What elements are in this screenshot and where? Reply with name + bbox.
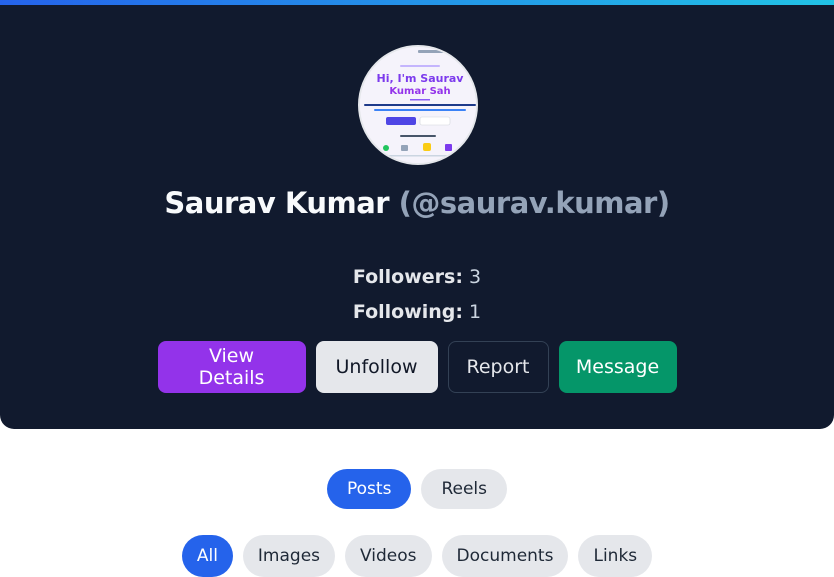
display-name: Saurav Kumar — [164, 186, 390, 220]
profile-name-line: Saurav Kumar (@saurav.kumar) — [0, 186, 834, 220]
report-button[interactable]: Report — [447, 341, 549, 393]
svg-text:Kumar Sah: Kumar Sah — [389, 86, 450, 97]
message-button[interactable]: Message — [558, 341, 677, 393]
view-details-button[interactable]: View Details — [157, 341, 306, 393]
profile-avatar[interactable]: Hi, I'm Saurav Kumar Sah — [358, 45, 478, 165]
followers-stat[interactable]: Followers: 3 — [0, 266, 834, 288]
filter-videos[interactable]: Videos — [345, 535, 432, 577]
filter-images[interactable]: Images — [242, 535, 336, 577]
tab-reels[interactable]: Reels — [421, 469, 507, 509]
username-handle: (@saurav.kumar) — [398, 186, 670, 220]
filter-all[interactable]: All — [181, 535, 233, 577]
svg-text:Hi, I'm Saurav: Hi, I'm Saurav — [377, 72, 465, 85]
tab-posts[interactable]: Posts — [327, 469, 412, 509]
profile-actions: View Details Unfollow Report Message — [0, 341, 834, 393]
content-tabs: Posts Reels — [0, 469, 834, 509]
avatar-website-preview-image: Hi, I'm Saurav Kumar Sah — [360, 47, 476, 163]
followers-count: 3 — [469, 266, 482, 288]
following-stat[interactable]: Following: 1 — [0, 301, 834, 323]
followers-label: Followers: — [352, 266, 463, 288]
unfollow-button[interactable]: Unfollow — [315, 341, 438, 393]
filter-links[interactable]: Links — [578, 535, 653, 577]
following-label: Following: — [352, 301, 463, 323]
filter-documents[interactable]: Documents — [441, 535, 569, 577]
media-filters: All Images Videos Documents Links — [0, 535, 834, 577]
following-count: 1 — [469, 301, 482, 323]
